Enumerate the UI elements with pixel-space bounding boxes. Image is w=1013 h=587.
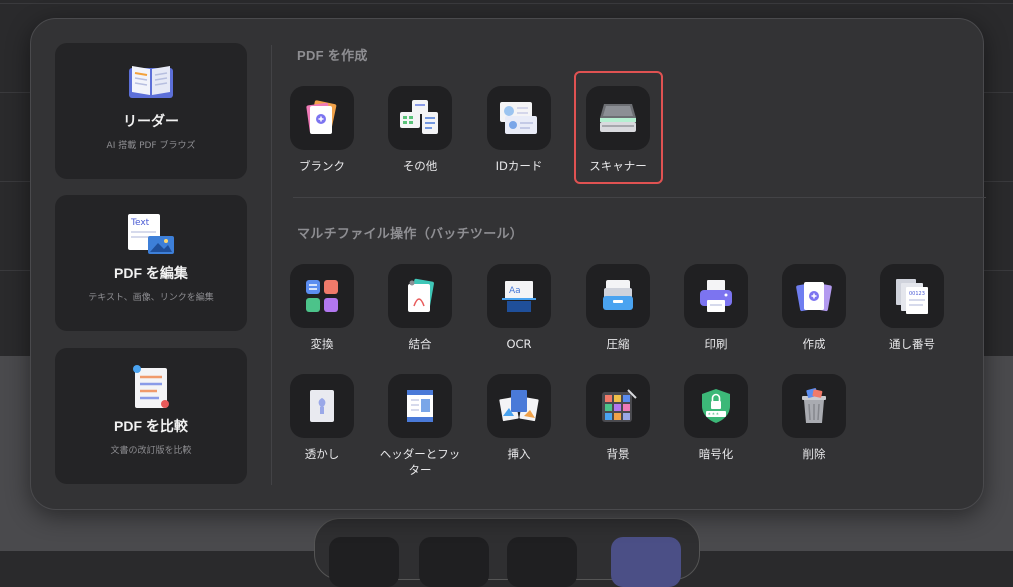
tool-encrypt-label: 暗号化	[698, 447, 734, 461]
tool-watermark-label: 透かし	[304, 447, 340, 461]
tool-combine-label: 結合	[408, 337, 432, 351]
tool-header-footer-label: ヘッダーとフッター	[379, 447, 461, 477]
tool-convert-label: 変換	[310, 337, 334, 351]
tool-bates-number[interactable]: 00123 通し番号	[867, 264, 957, 352]
edit-text-icon: Text	[126, 211, 176, 257]
dock-button[interactable]	[507, 537, 577, 587]
tool-id-card[interactable]: IDカード	[474, 86, 564, 174]
id-card-icon	[487, 86, 551, 150]
tool-bates-number-label: 通し番号	[889, 337, 935, 351]
vertical-divider	[271, 45, 272, 485]
tool-combine[interactable]: 結合	[375, 264, 465, 352]
batch-section-title: マルチファイル操作（バッチツール）	[297, 226, 524, 241]
compare-pdf-card[interactable]: PDF を比較 文書の改訂版を比較	[55, 348, 247, 484]
watermark-icon	[290, 374, 354, 438]
ocr-icon: Aa	[487, 264, 551, 328]
bottom-dock	[314, 518, 700, 587]
combine-icon	[388, 264, 452, 328]
tool-scanner-label: スキャナー	[589, 159, 647, 173]
edit-art-text: Text	[130, 218, 150, 228]
tool-compress[interactable]: 圧縮	[573, 264, 663, 352]
tool-ocr[interactable]: Aa OCR	[474, 264, 564, 352]
svg-text:* * *: * * *	[708, 413, 719, 419]
svg-text:00123: 00123	[909, 291, 925, 297]
other-files-icon	[388, 86, 452, 150]
section-divider	[293, 197, 986, 198]
dock-button[interactable]	[329, 537, 399, 587]
tool-delete-label: 削除	[802, 447, 826, 461]
bates-number-icon: 00123	[880, 264, 944, 328]
tool-blank[interactable]: ブランク	[277, 86, 367, 174]
tool-blank-label: ブランク	[299, 159, 345, 173]
tool-other[interactable]: その他	[375, 86, 465, 174]
tool-header-footer[interactable]: ヘッダーとフッター	[375, 374, 465, 478]
compress-icon	[586, 264, 650, 328]
compare-icon	[129, 364, 173, 410]
tool-delete[interactable]: 削除	[769, 374, 859, 462]
tool-compress-label: 圧縮	[606, 337, 630, 351]
tool-id-card-label: IDカード	[495, 159, 543, 173]
tool-print[interactable]: 印刷	[671, 264, 761, 352]
tool-background-label: 背景	[606, 447, 630, 461]
background-icon	[586, 374, 650, 438]
book-icon	[126, 59, 176, 105]
reader-subtitle: AI 搭載 PDF ブラウズ	[106, 141, 196, 151]
dock-button[interactable]	[419, 537, 489, 587]
svg-text:Aa: Aa	[509, 286, 521, 296]
tool-convert[interactable]: 変換	[277, 264, 367, 352]
scanner-icon	[586, 86, 650, 150]
compare-pdf-title: PDF を比較	[114, 418, 188, 434]
tool-insert[interactable]: 挿入	[474, 374, 564, 462]
create-section-title: PDF を作成	[297, 48, 368, 63]
tool-create-label: 作成	[802, 337, 826, 351]
tool-background[interactable]: 背景	[573, 374, 663, 462]
tool-watermark[interactable]: 透かし	[277, 374, 367, 462]
dock-button[interactable]	[611, 537, 681, 587]
tool-other-label: その他	[402, 159, 438, 173]
tool-insert-label: 挿入	[507, 447, 531, 461]
print-icon	[684, 264, 748, 328]
blank-pages-icon	[290, 86, 354, 150]
convert-icon	[290, 264, 354, 328]
tools-panel: リーダー AI 搭載 PDF ブラウズ Text PDF を編集 テキスト、画像…	[30, 18, 986, 510]
tool-print-label: 印刷	[704, 337, 728, 351]
header-footer-icon	[388, 374, 452, 438]
tool-scanner[interactable]: スキャナー	[573, 71, 663, 184]
edit-pdf-subtitle: テキスト、画像、リンクを編集	[88, 293, 214, 303]
delete-icon	[782, 374, 846, 438]
edit-pdf-card[interactable]: Text PDF を編集 テキスト、画像、リンクを編集	[55, 195, 247, 331]
insert-icon	[487, 374, 551, 438]
tool-encrypt[interactable]: * * * 暗号化	[671, 374, 761, 462]
reader-card[interactable]: リーダー AI 搭載 PDF ブラウズ	[55, 43, 247, 179]
encrypt-icon: * * *	[684, 374, 748, 438]
tool-create[interactable]: 作成	[769, 264, 859, 352]
create-icon	[782, 264, 846, 328]
compare-pdf-subtitle: 文書の改訂版を比較	[110, 446, 192, 456]
reader-title: リーダー	[123, 113, 179, 129]
tool-ocr-label: OCR	[506, 337, 532, 351]
background-divider	[0, 3, 1013, 4]
edit-pdf-title: PDF を編集	[114, 265, 188, 281]
